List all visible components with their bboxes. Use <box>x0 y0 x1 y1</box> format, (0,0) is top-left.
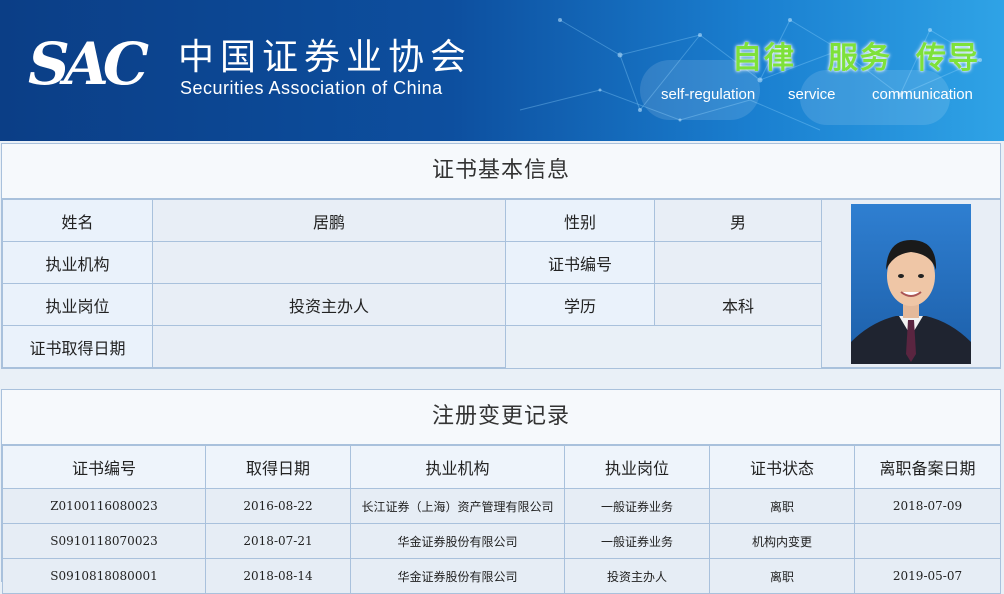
sac-logo: SAC <box>28 30 149 98</box>
person-photo-icon <box>851 203 971 364</box>
table-header-row: 证书编号 取得日期 执业机构 执业岗位 证书状态 离职备案日期 <box>2 445 1001 489</box>
cell-institution: 长江证券（上海）资产管理有限公司 <box>350 488 565 524</box>
value-name: 居鹏 <box>152 199 506 242</box>
label-cert-date: 证书取得日期 <box>2 325 153 368</box>
column-header-date: 取得日期 <box>205 445 351 489</box>
registration-records-panel: 注册变更记录 证书编号 取得日期 执业机构 执业岗位 证书状态 离职备案日期 Z… <box>1 389 1001 594</box>
label-education: 学历 <box>505 283 655 326</box>
value-education: 本科 <box>654 283 822 326</box>
label-name: 姓名 <box>2 199 153 242</box>
value-institution <box>152 241 506 284</box>
slogan-en-service: service <box>788 86 836 103</box>
value-gender: 男 <box>654 199 822 242</box>
certificate-info-panel: 证书基本信息 姓名 居鹏 性别 男 执业机构 证书编号 执业岗位 投资主办人 学… <box>1 143 1001 369</box>
slogan-en-self-regulation: self-regulation <box>661 86 756 103</box>
column-header-cert-no: 证书编号 <box>2 445 206 489</box>
cell-position: 一般证券业务 <box>564 488 710 524</box>
column-header-institution: 执业机构 <box>350 445 565 489</box>
cell-status: 离职 <box>709 488 855 524</box>
cell-institution: 华金证券股份有限公司 <box>350 523 565 559</box>
label-gender: 性别 <box>505 199 655 242</box>
slogan-service: 服务 <box>828 41 892 76</box>
cell-date: 2016-08-22 <box>205 488 351 524</box>
cell-position: 一般证券业务 <box>564 523 710 559</box>
value-cert-date <box>152 325 506 368</box>
label-institution: 执业机构 <box>2 241 153 284</box>
label-cert-no: 证书编号 <box>505 241 655 284</box>
registration-records-table: 证书编号 取得日期 执业机构 执业岗位 证书状态 离职备案日期 Z0100116… <box>2 445 1001 594</box>
value-cert-no <box>654 241 822 284</box>
slogan-en-communication: communication <box>872 86 973 103</box>
column-header-leave-date: 离职备案日期 <box>854 445 1001 489</box>
cell-date: 2018-08-14 <box>205 558 351 594</box>
org-name-chinese: 中国证券业协会 <box>178 37 473 78</box>
cell-date: 2018-07-21 <box>205 523 351 559</box>
certificate-info-title: 证书基本信息 <box>2 144 1000 199</box>
table-row: Z0100116080023 2016-08-22 长江证券（上海）资产管理有限… <box>2 488 1001 524</box>
cell-leave-date: 2018-07-09 <box>854 488 1001 524</box>
site-header: SAC 中国证券业协会 Securities Association of Ch… <box>0 0 1004 141</box>
certificate-info-table: 姓名 居鹏 性别 男 执业机构 证书编号 执业岗位 投资主办人 学历 本科 证书… <box>2 199 1001 368</box>
column-header-status: 证书状态 <box>709 445 855 489</box>
cell-cert-no: S0910118070023 <box>2 523 206 559</box>
column-header-position: 执业岗位 <box>564 445 710 489</box>
table-row: S0910818080001 2018-08-14 华金证券股份有限公司 投资主… <box>2 558 1001 594</box>
cell-institution: 华金证券股份有限公司 <box>350 558 565 594</box>
cell-leave-date <box>854 523 1001 559</box>
slogan-communication: 传导 <box>916 41 980 76</box>
table-row: S0910118070023 2018-07-21 华金证券股份有限公司 一般证… <box>2 523 1001 559</box>
registration-records-title: 注册变更记录 <box>2 390 1000 445</box>
value-position: 投资主办人 <box>152 283 506 326</box>
photo-cell <box>821 199 1001 368</box>
cell-position: 投资主办人 <box>564 558 710 594</box>
cell-cert-no: S0910818080001 <box>2 558 206 594</box>
cell-leave-date: 2019-05-07 <box>854 558 1001 594</box>
slogan-self-regulation: 自律 <box>732 41 796 76</box>
cell-status: 机构内变更 <box>709 523 855 559</box>
empty-filler <box>505 325 822 368</box>
cell-cert-no: Z0100116080023 <box>2 488 206 524</box>
label-position: 执业岗位 <box>2 283 153 326</box>
cell-status: 离职 <box>709 558 855 594</box>
org-name-english: Securities Association of China <box>180 78 443 98</box>
